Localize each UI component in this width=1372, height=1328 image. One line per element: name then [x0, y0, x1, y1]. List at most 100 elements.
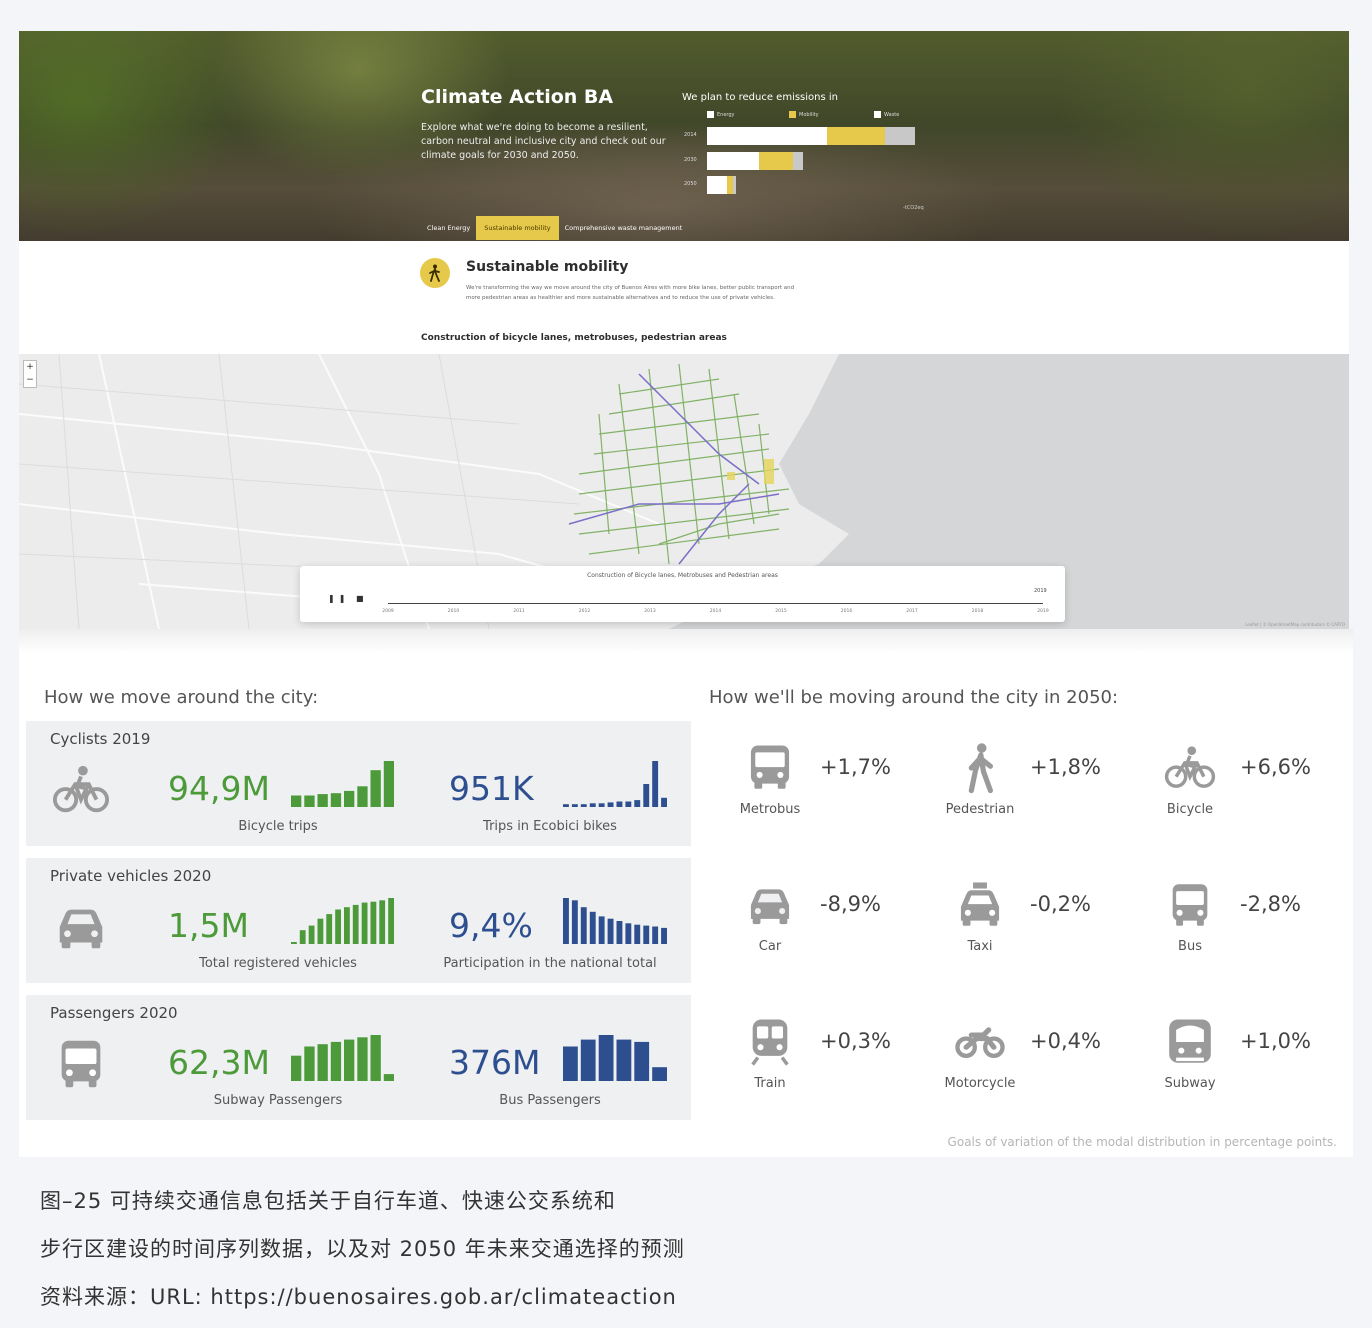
stat-panel: Cyclists 2019 94,9M Bicycle trips 951K T… — [26, 721, 691, 846]
hero-title: Climate Action BA — [421, 86, 614, 108]
stat-label: Participation in the national total — [443, 956, 657, 971]
stat-panel: Private vehicles 2020 1,5M Total registe… — [26, 858, 691, 983]
tab-sustainable-mobility[interactable]: Sustainable mobility — [476, 216, 559, 240]
spark-bar — [317, 1044, 328, 1081]
pedestrian-icon — [420, 258, 450, 288]
mode-change: +0,3% — [820, 1029, 891, 1053]
spark-bar — [291, 795, 302, 807]
legend-energy: Energy — [707, 111, 735, 118]
mode-label: Car — [758, 939, 782, 954]
play-pause-control[interactable]: ❚❚ ■ — [328, 594, 368, 603]
spark-bar — [291, 1055, 302, 1081]
emissions-plan-title: We plan to reduce emissions in — [682, 92, 839, 103]
bus-icon — [1164, 879, 1216, 931]
spark-bar — [330, 793, 342, 807]
sparkline — [291, 898, 394, 948]
stat-value: 951K — [449, 769, 534, 808]
spark-bar — [616, 921, 623, 944]
train-icon — [744, 1016, 796, 1068]
sparkline — [563, 761, 667, 811]
spark-bar — [652, 1067, 667, 1081]
mode-item: -2,8% Bus — [1164, 879, 1354, 989]
mode-label: Train — [754, 1076, 786, 1091]
spark-bar — [291, 942, 297, 944]
sparkline — [563, 1035, 667, 1085]
bus-icon — [52, 1035, 110, 1093]
caption-line-3: 资料来源：URL: https://buenosaires.gob.ar/cli… — [40, 1285, 677, 1309]
construction-map[interactable]: + − Construction of Bicycle lanes, Metro… — [19, 354, 1349, 629]
timeline-tick: 2013 — [644, 609, 656, 614]
stat-value: 1,5M — [168, 906, 249, 945]
taxi-icon — [954, 879, 1006, 931]
spark-bar — [625, 801, 632, 807]
spark-bar — [571, 804, 578, 807]
timeline-tick: 2016 — [840, 609, 853, 614]
spark-bar — [317, 918, 324, 944]
sparkline — [563, 898, 667, 948]
spark-bar — [607, 802, 614, 807]
timeline-title: Construction of Bicycle lanes, Metrobuse… — [587, 572, 778, 579]
timeline-tick: 2014 — [709, 609, 722, 614]
spark-bar — [383, 1074, 395, 1081]
timeline-tick: 2015 — [775, 609, 787, 614]
spark-bar — [607, 918, 614, 944]
spark-bar — [661, 797, 667, 807]
map-attribution[interactable]: Leaflet | © OpenStreetMap contributors ©… — [1245, 622, 1345, 627]
stat-label: Bicycle trips — [238, 819, 318, 834]
spark-bar — [388, 898, 394, 944]
spark-bar — [571, 900, 578, 944]
mode-item: +1,7% Metrobus — [740, 742, 934, 852]
timeline-panel: Construction of Bicycle lanes, Metrobuse… — [300, 566, 1065, 622]
zoom-control[interactable]: + − — [23, 360, 37, 388]
spark-bar — [317, 794, 328, 807]
spark-bar — [563, 804, 569, 807]
metrobus-icon — [744, 742, 796, 794]
panel-title: Private vehicles 2020 — [50, 867, 212, 885]
spark-bar — [344, 790, 355, 807]
spark-bar — [580, 1039, 596, 1081]
timeline-tick: 2012 — [578, 609, 591, 614]
spark-bar — [580, 907, 587, 944]
stat-value: 376M — [449, 1043, 541, 1082]
tab-waste-management[interactable]: Comprehensive waste management — [559, 216, 689, 240]
mode-change: +1,8% — [1030, 755, 1101, 779]
spark-bar — [299, 930, 306, 944]
timeline-tick: 2011 — [513, 609, 525, 614]
zoom-in-button[interactable]: + — [24, 361, 36, 374]
mode-item: -0,2% Taxi — [954, 879, 1144, 989]
spark-bar — [304, 1046, 315, 1081]
spark-bar — [326, 914, 333, 944]
zoom-out-button[interactable]: − — [24, 374, 36, 387]
spark-bar — [344, 1039, 355, 1081]
mode-change: +6,6% — [1240, 755, 1311, 779]
spark-bar — [589, 803, 596, 807]
motorcycle-icon — [954, 1016, 1006, 1068]
spark-bar — [563, 898, 569, 944]
spark-bar — [625, 923, 632, 944]
spark-bar — [598, 1035, 614, 1081]
car-icon — [744, 879, 796, 931]
mode-change: +1,7% — [820, 755, 891, 779]
pedestrian-icon — [954, 742, 1006, 794]
spark-bar — [589, 911, 596, 944]
map-title: Construction of bicycle lanes, metrobuse… — [421, 333, 727, 343]
spark-bar — [616, 1039, 632, 1081]
mode-change: -0,2% — [1030, 892, 1091, 916]
spark-bar — [652, 761, 659, 807]
mobility-section: Sustainable mobility We're transforming … — [19, 241, 1349, 354]
mode-label: Subway — [1164, 1076, 1216, 1091]
section-divider — [19, 629, 1353, 653]
subway-icon — [1164, 1016, 1216, 1068]
spark-bar — [563, 1046, 578, 1081]
plan-footer: -tCO2eq — [903, 205, 924, 211]
timeline-current-year: 2019 — [1034, 588, 1047, 594]
caption-line-1: 图–25 可持续交通信息包括关于自行车道、快速公交系统和 — [40, 1189, 616, 1213]
mode-item: +1,8% Pedestrian — [946, 742, 1144, 852]
timeline-tick: 2010 — [447, 609, 460, 614]
timeline-slider[interactable] — [388, 603, 1043, 604]
tab-clean-energy[interactable]: Clean Energy — [421, 216, 476, 240]
stat-label: Bus Passengers — [499, 1093, 601, 1108]
hero-banner: Climate Action BA Explore what we're doi… — [19, 31, 1349, 241]
mode-change: +1,0% — [1240, 1029, 1311, 1053]
mode-label: Pedestrian — [945, 802, 1015, 817]
